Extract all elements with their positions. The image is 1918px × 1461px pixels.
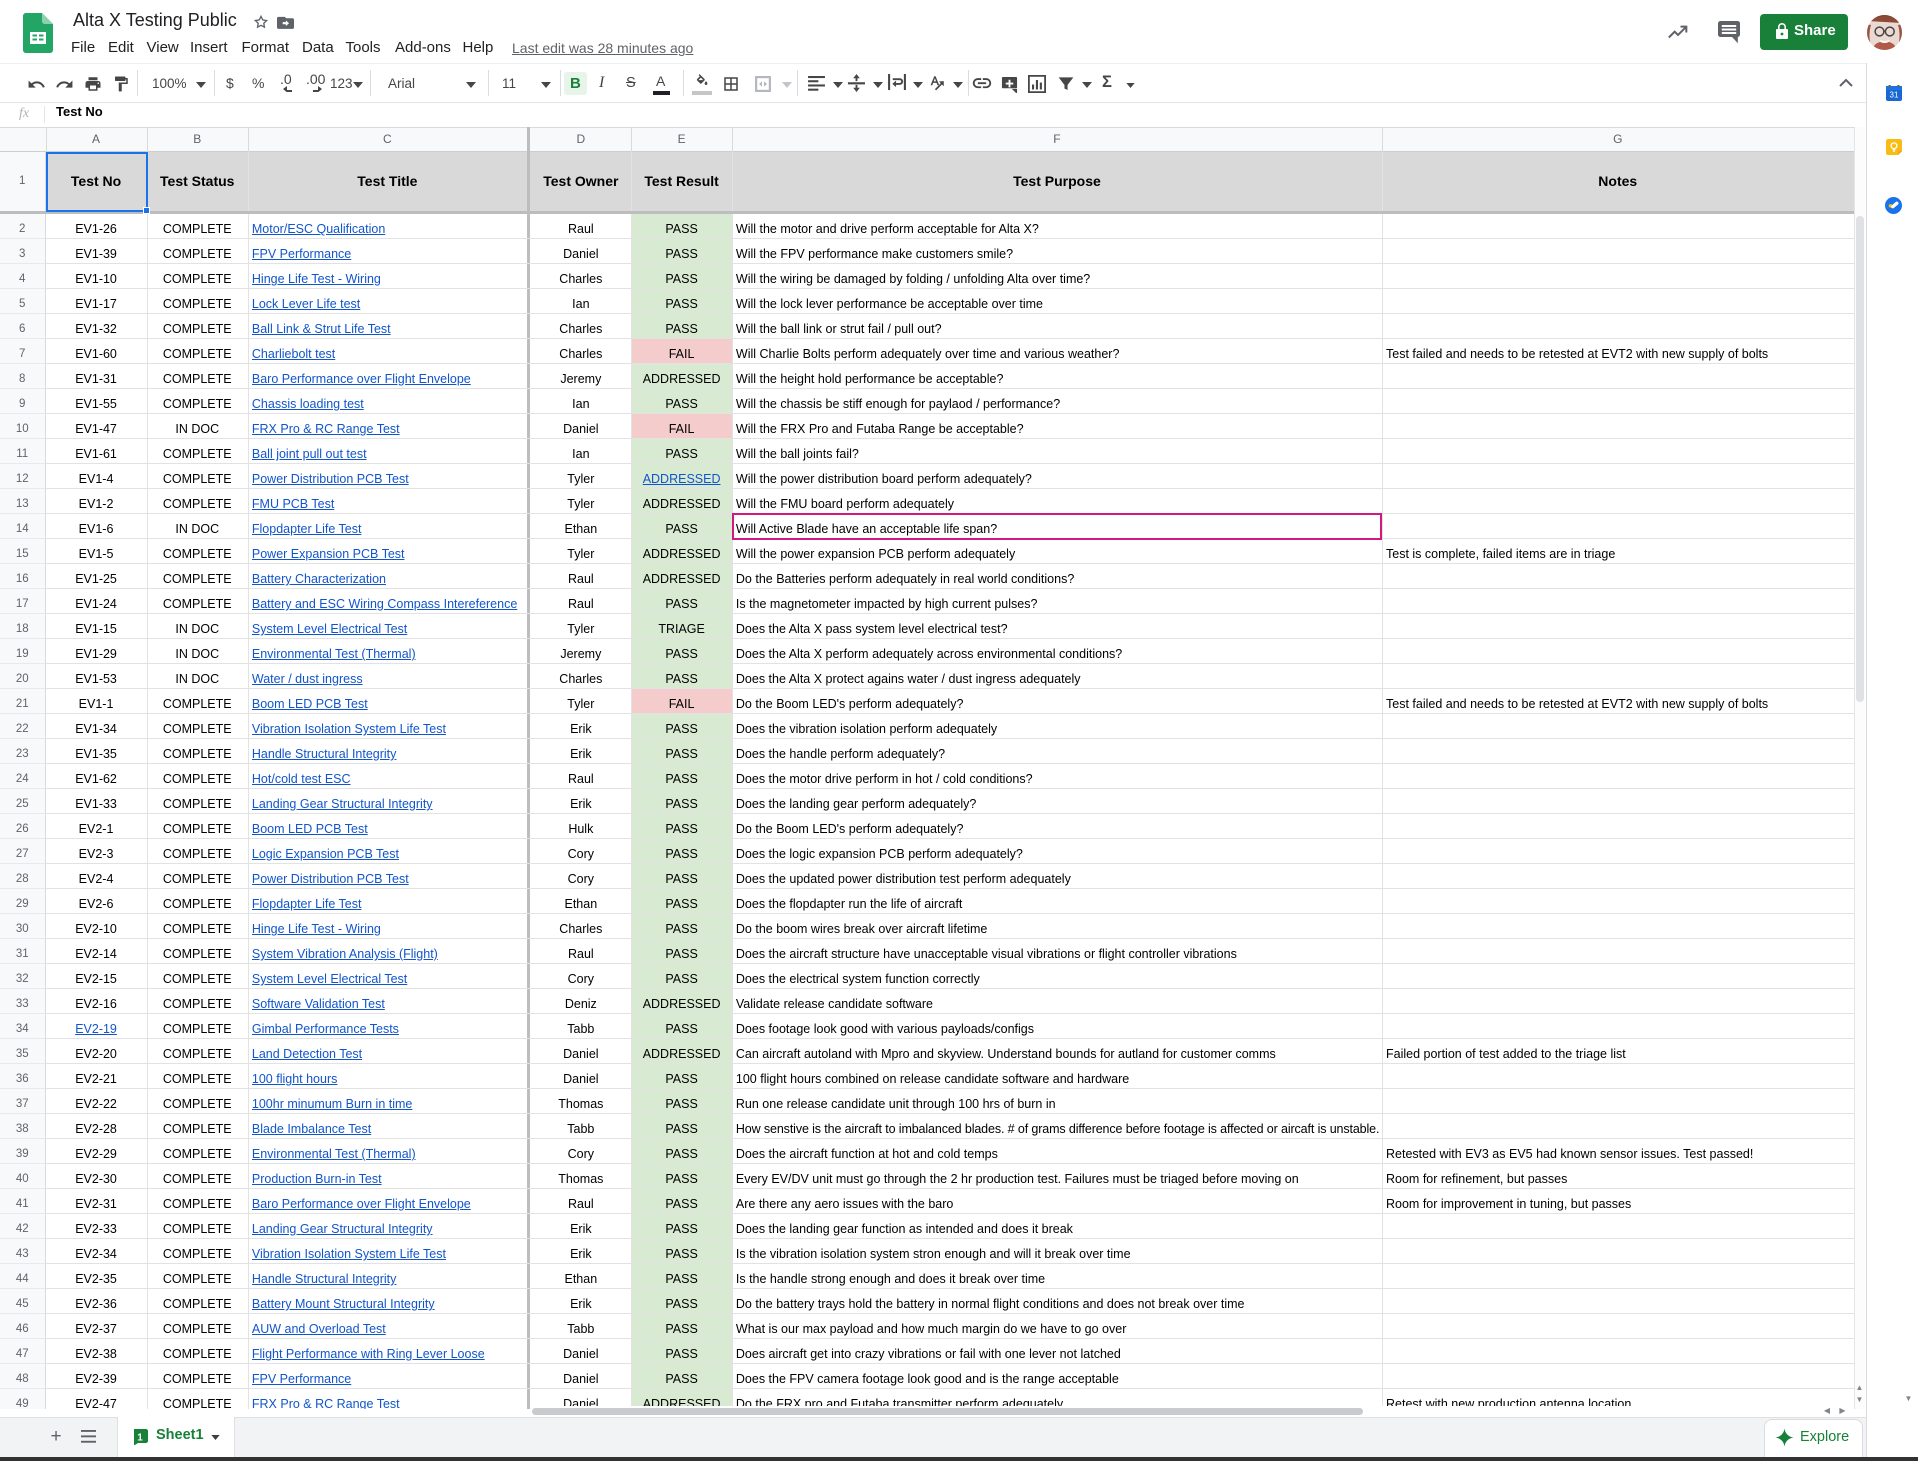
svg-text:1: 1 [137, 1433, 143, 1444]
svg-text:31: 31 [1890, 91, 1899, 100]
